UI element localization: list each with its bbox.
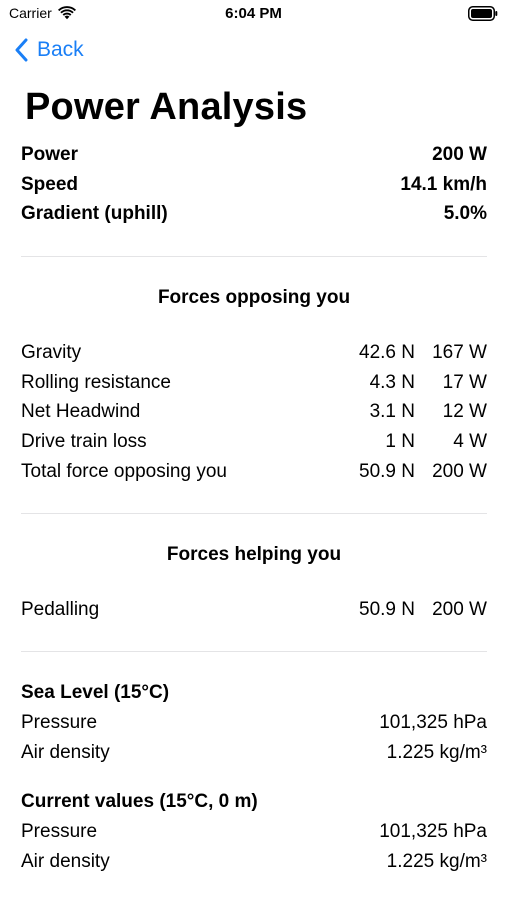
divider [21,651,487,652]
atmosphere-value: 1.225 kg/m³ [386,742,487,763]
force-values: 42.6 N 167 W [335,342,487,364]
force-newtons: 3.1 N [369,401,415,422]
back-label: Back [37,38,84,61]
divider [21,513,487,514]
current-row-density: Air density 1.225 kg/m³ [21,849,487,875]
force-label: Pedalling [21,599,100,620]
force-row-rolling: Rolling resistance 4.3 N 17 W [21,370,487,396]
summary-label: Speed [21,174,79,195]
section-header-helping: Forces helping you [166,544,342,565]
force-values: 1 N 4 W [335,431,487,453]
summary-row-power: Power 200 W [21,142,487,168]
force-label: Net Headwind [21,401,141,422]
status-bar: Carrier 6:04 PM [0,0,507,28]
summary-row-speed: Speed 14.1 km/h [21,172,487,198]
force-values: 4.3 N 17 W [335,372,487,394]
sea-level-title: Sea Level (15°C) [21,682,170,703]
back-button[interactable]: Back [15,38,84,62]
force-watts: 17 W [442,372,487,393]
force-newtons: 50.9 N [359,461,415,482]
force-watts: 200 W [432,599,487,620]
summary-value: 5.0% [443,203,487,224]
force-watts: 4 W [453,431,487,452]
force-watts: 200 W [432,461,487,482]
page-title: Power Analysis [25,86,308,128]
battery-icon [468,6,498,21]
atmosphere-value: 101,325 hPa [379,821,487,842]
force-values: 3.1 N 12 W [335,401,487,423]
force-values: 50.9 N 200 W [335,461,487,483]
force-row-drivetrain: Drive train loss 1 N 4 W [21,429,487,455]
force-label: Rolling resistance [21,372,171,393]
summary-row-gradient: Gradient (uphill) 5.0% [21,201,487,227]
force-newtons: 42.6 N [359,342,415,363]
sea-level-row-density: Air density 1.225 kg/m³ [21,740,487,766]
chevron-left-icon [15,38,28,62]
atmosphere-label: Pressure [21,712,98,733]
status-time: 6:04 PM [225,5,282,22]
summary-label: Gradient (uphill) [21,203,168,224]
force-label: Gravity [21,342,82,363]
force-newtons: 4.3 N [369,372,415,393]
current-row-pressure: Pressure 101,325 hPa [21,819,487,845]
force-row-headwind: Net Headwind 3.1 N 12 W [21,399,487,425]
current-values-title: Current values (15°C, 0 m) [21,791,258,812]
force-row-total: Total force opposing you 50.9 N 200 W [21,459,487,485]
atmosphere-label: Pressure [21,821,98,842]
force-watts: 12 W [442,401,487,422]
sea-level-row-pressure: Pressure 101,325 hPa [21,710,487,736]
divider [21,256,487,257]
atmosphere-value: 1.225 kg/m³ [386,851,487,872]
summary-value: 200 W [432,144,487,165]
force-row-pedalling: Pedalling 50.9 N 200 W [21,597,487,623]
force-newtons: 1 N [385,431,415,452]
force-values: 50.9 N 200 W [335,599,487,621]
section-header-opposing: Forces opposing you [157,287,351,308]
atmosphere-label: Air density [21,851,110,872]
summary-value: 14.1 km/h [400,174,487,195]
force-label: Total force opposing you [21,461,227,482]
force-row-gravity: Gravity 42.6 N 167 W [21,340,487,366]
atmosphere-value: 101,325 hPa [379,712,487,733]
force-label: Drive train loss [21,431,147,452]
atmosphere-label: Air density [21,742,110,763]
force-newtons: 50.9 N [359,599,415,620]
summary-label: Power [21,144,79,165]
force-watts: 167 W [432,342,487,363]
